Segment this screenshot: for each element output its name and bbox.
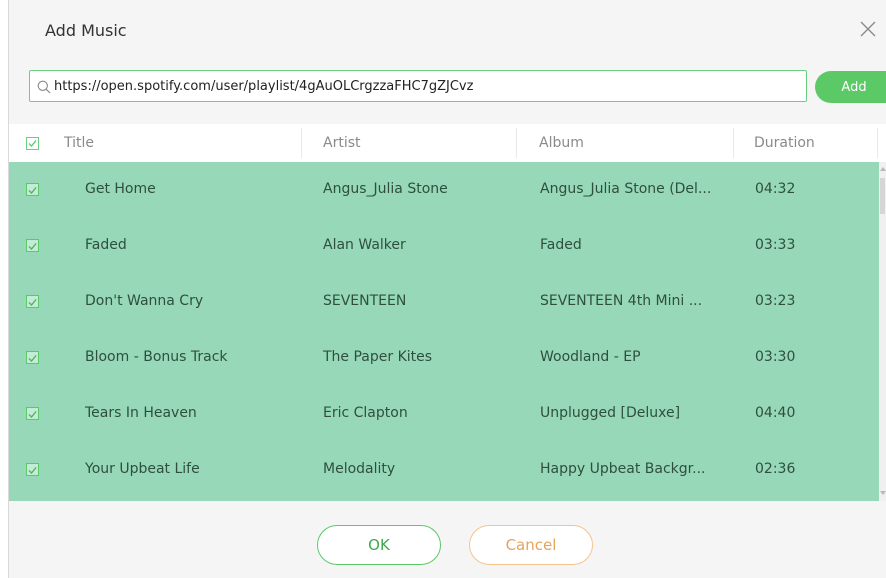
track-album: Angus_Julia Stone (Del... (540, 181, 712, 197)
search-icon (37, 79, 51, 94)
dialog-footer: OK Cancel (9, 501, 886, 578)
playlist-url-input[interactable] (54, 78, 794, 94)
track-title: Bloom - Bonus Track (85, 349, 228, 365)
add-button[interactable]: Add (815, 71, 886, 103)
track-album: Woodland - EP (540, 349, 641, 365)
row-checkbox[interactable] (26, 183, 39, 196)
table-row[interactable]: Faded Alan Walker Faded 03:33 (9, 218, 879, 273)
row-checkbox[interactable] (26, 463, 39, 476)
column-divider (516, 128, 517, 158)
scroll-down-arrow-icon[interactable] (879, 489, 886, 497)
table-row[interactable]: Bloom - Bonus Track The Paper Kites Wood… (9, 330, 879, 385)
scrollbar-thumb[interactable] (880, 178, 885, 214)
track-artist: Eric Clapton (323, 405, 408, 421)
url-row: Add (9, 58, 886, 120)
close-icon[interactable] (855, 16, 881, 42)
row-checkbox[interactable] (26, 295, 39, 308)
select-all-checkbox[interactable] (26, 137, 39, 150)
track-duration: 04:40 (755, 405, 796, 421)
table-row[interactable]: Your Upbeat Life Melodality Happy Upbeat… (9, 442, 879, 497)
track-artist: Alan Walker (323, 237, 406, 253)
row-checkbox[interactable] (26, 351, 39, 364)
track-album: Happy Upbeat Backgr... (540, 461, 706, 477)
track-title: Faded (85, 237, 127, 253)
table-row[interactable]: Get Home Angus_Julia Stone Angus_Julia S… (9, 162, 879, 217)
header-album[interactable]: Album (539, 135, 584, 151)
track-title: Tears In Heaven (85, 405, 197, 421)
table-row[interactable]: Don't Wanna Cry SEVENTEEN SEVENTEEN 4th … (9, 274, 879, 329)
header-duration[interactable]: Duration (754, 135, 815, 151)
header-artist[interactable]: Artist (323, 135, 361, 151)
table-header: Title Artist Album Duration (9, 124, 886, 163)
add-music-dialog: Add Music Add T (8, 0, 886, 578)
track-title: Your Upbeat Life (85, 461, 200, 477)
track-artist: Melodality (323, 461, 396, 477)
row-checkbox[interactable] (26, 239, 39, 252)
cancel-button[interactable]: Cancel (469, 525, 593, 565)
url-input-box[interactable] (29, 70, 807, 102)
table-row[interactable]: Tears In Heaven Eric Clapton Unplugged [… (9, 386, 879, 441)
ok-button[interactable]: OK (317, 525, 441, 565)
header-title[interactable]: Title (64, 135, 94, 151)
track-title: Don't Wanna Cry (85, 293, 204, 309)
track-duration: 03:30 (755, 349, 796, 365)
column-divider (733, 128, 734, 158)
track-duration: 03:33 (755, 237, 796, 253)
track-table: Title Artist Album Duration Get Home Ang… (9, 124, 886, 501)
track-duration: 04:32 (755, 181, 796, 197)
table-body: Get Home Angus_Julia Stone Angus_Julia S… (9, 162, 879, 501)
track-album: Faded (540, 237, 582, 253)
dialog-title: Add Music (45, 21, 127, 40)
title-bar: Add Music (9, 0, 886, 58)
track-artist: The Paper Kites (323, 349, 433, 365)
track-duration: 03:23 (755, 293, 796, 309)
track-album: SEVENTEEN 4th Mini ... (540, 293, 703, 309)
vertical-scrollbar[interactable] (879, 162, 886, 501)
track-title: Get Home (85, 181, 156, 197)
track-artist: SEVENTEEN (323, 293, 407, 309)
scroll-up-arrow-icon[interactable] (879, 165, 886, 173)
column-divider (877, 128, 878, 158)
column-divider (301, 128, 302, 158)
track-album: Unplugged [Deluxe] (540, 405, 681, 421)
row-checkbox[interactable] (26, 407, 39, 420)
track-artist: Angus_Julia Stone (323, 181, 448, 197)
track-duration: 02:36 (755, 461, 796, 477)
